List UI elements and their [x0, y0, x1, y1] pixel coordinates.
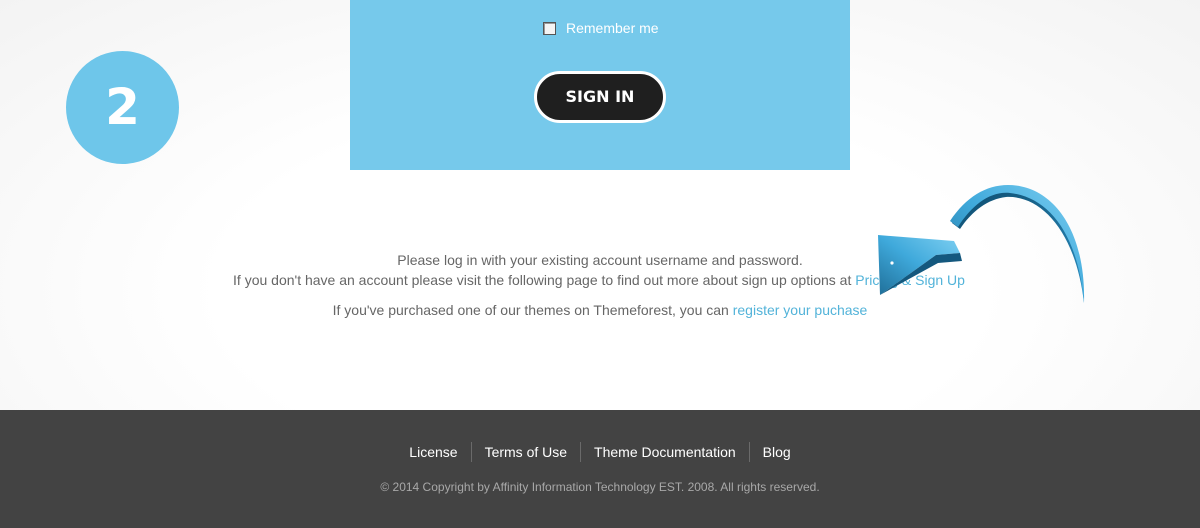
curved-arrow-icon	[878, 185, 1085, 303]
arrow-shaft	[950, 185, 1085, 303]
footer-nav: License Terms of Use Theme Documentation…	[0, 442, 1200, 462]
checkbox-box[interactable]	[543, 21, 556, 35]
register-purchase-link[interactable]: register your puchase	[733, 302, 868, 318]
sign-in-button[interactable]: SIGN IN	[534, 71, 666, 123]
copyright-text: © 2014 Copyright by Affinity Information…	[380, 480, 820, 494]
footer-link-license[interactable]: License	[396, 442, 470, 462]
remember-me-label: Remember me	[566, 20, 659, 36]
footer-link-terms[interactable]: Terms of Use	[470, 442, 580, 462]
arrow-head	[878, 235, 960, 295]
footer: License Terms of Use Theme Documentation…	[0, 410, 1200, 528]
arrow-sparkle	[890, 261, 894, 265]
step-number-badge: 2	[66, 51, 179, 164]
footer-link-documentation[interactable]: Theme Documentation	[580, 442, 749, 462]
remember-me-checkbox[interactable]: Remember me	[543, 20, 659, 36]
footer-link-blog[interactable]: Blog	[748, 442, 804, 462]
login-panel: Remember me SIGN IN	[350, 0, 850, 170]
register-info-text: If you've purchased one of our themes on…	[332, 302, 733, 318]
signup-info-text: If you don't have an account please visi…	[233, 272, 856, 288]
